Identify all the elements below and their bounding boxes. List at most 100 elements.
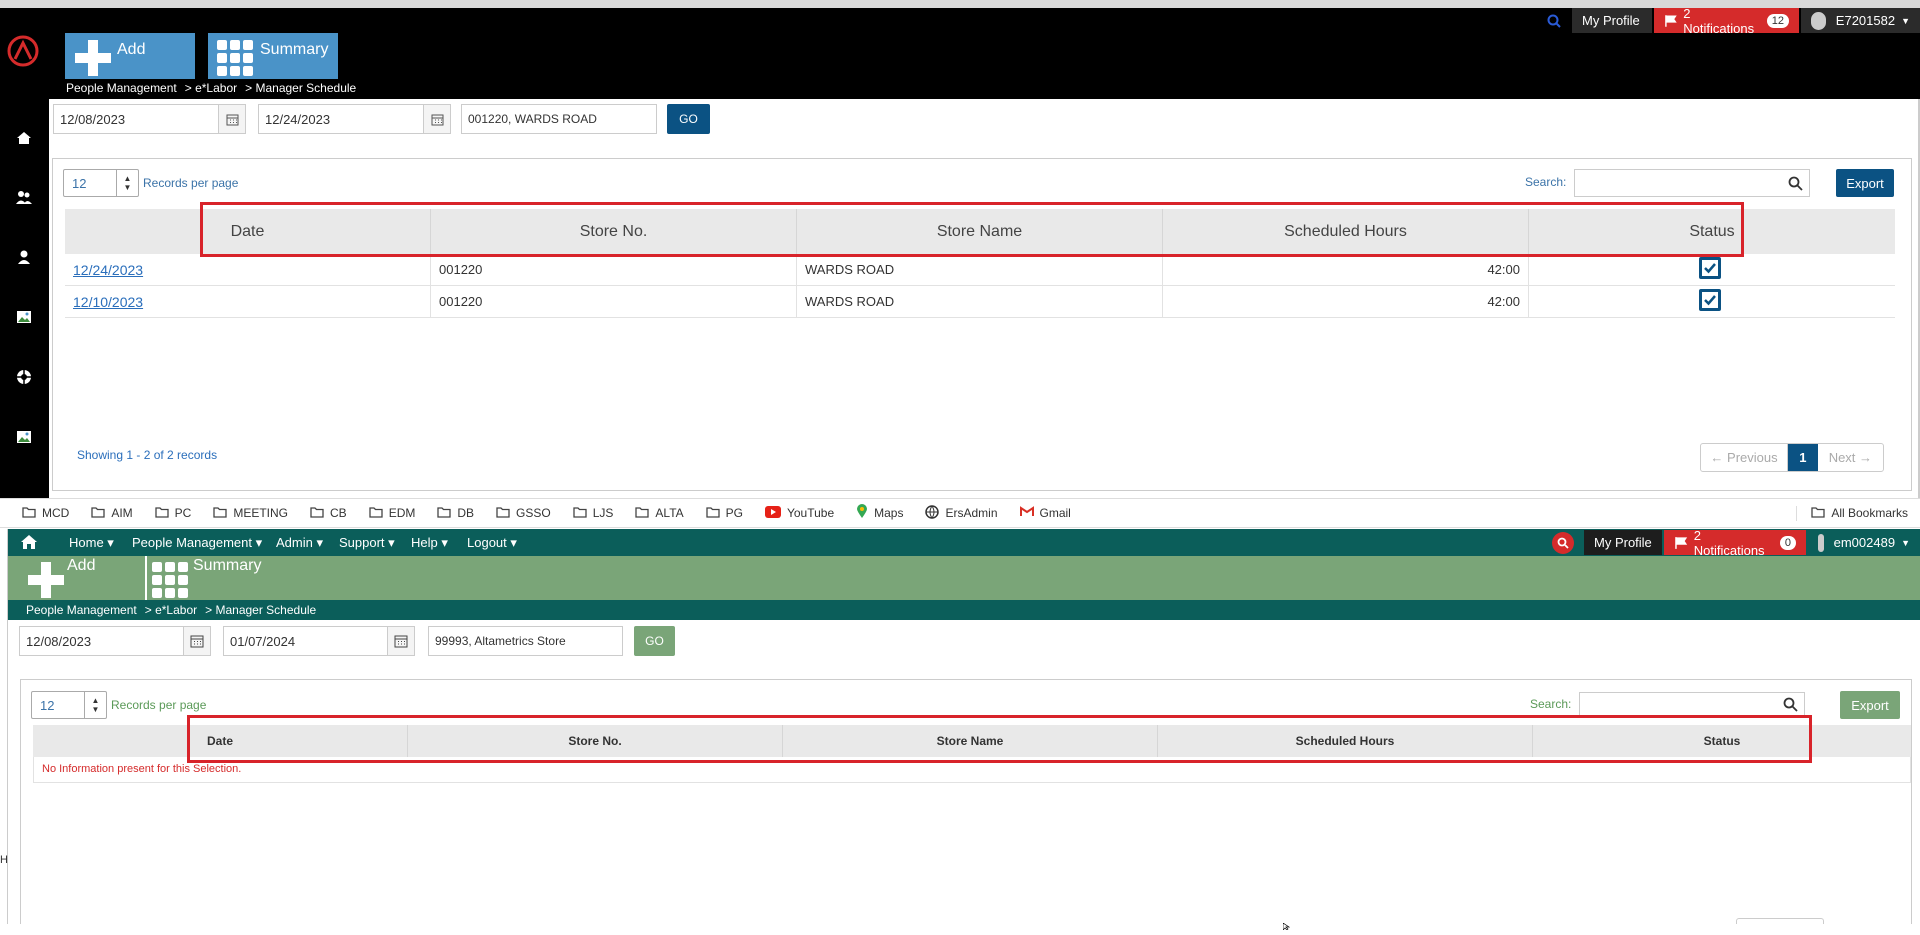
bookmark-folder[interactable]: AIM <box>91 506 133 521</box>
notifications-label: 2 Notifications <box>1683 5 1755 36</box>
hours-cell: 42:00 <box>1163 286 1529 317</box>
user-id: E7201582 <box>1835 13 1896 28</box>
home-icon[interactable] <box>12 126 36 150</box>
summary-tile[interactable]: Summary <box>149 556 269 600</box>
store-select[interactable]: 001220, WARDS ROAD <box>461 104 657 134</box>
user-menu[interactable]: E7201582 ▼ <box>1801 8 1920 33</box>
table-row: 12/24/2023 001220 WARDS ROAD 42:00 <box>65 254 1895 286</box>
store-name-cell: WARDS ROAD <box>797 254 1163 285</box>
logo-icon[interactable] <box>6 34 40 68</box>
edge-glyph: H <box>0 854 8 866</box>
map-pin-icon <box>856 504 868 522</box>
globe-icon[interactable] <box>12 365 36 389</box>
gmail-icon <box>1019 506 1034 520</box>
checkbox-checked-icon[interactable] <box>1698 256 1722 283</box>
summary-tile-label: Summary <box>193 557 262 574</box>
bookmark-folder[interactable]: EDM <box>369 506 415 521</box>
nav-people-management[interactable]: People Management ▾ <box>132 535 262 551</box>
tile-header: Add Summary <box>8 556 1920 600</box>
table-search-input[interactable] <box>1579 692 1805 716</box>
breadcrumb-item[interactable]: People Management <box>26 603 137 617</box>
search-icon[interactable] <box>1547 8 1569 33</box>
bookmark-folder[interactable]: GSSO <box>496 506 551 521</box>
bookmark-gmail[interactable]: Gmail <box>1019 506 1071 520</box>
my-profile-button[interactable]: My Profile <box>1584 530 1662 555</box>
calendar-icon[interactable] <box>183 626 211 656</box>
add-tile-label: Add <box>117 41 146 58</box>
bookmark-youtube[interactable]: YouTube <box>764 505 834 521</box>
page-1-button[interactable]: 1 <box>1788 444 1818 471</box>
start-date-field[interactable]: 12/08/2023 <box>19 626 211 656</box>
date-link[interactable]: 12/10/2023 <box>73 294 143 310</box>
bookmark-folder[interactable]: ALTA <box>635 506 684 521</box>
breadcrumb-item[interactable]: > e*Labor <box>185 81 237 95</box>
breadcrumb-item[interactable]: > e*Labor <box>145 603 197 617</box>
export-button[interactable]: Export <box>1840 691 1900 719</box>
bookmark-folder[interactable]: LJS <box>573 506 613 521</box>
grid-icon <box>217 40 253 76</box>
folder-icon <box>369 506 383 521</box>
date-link[interactable]: 12/24/2023 <box>73 262 143 278</box>
nav-logout[interactable]: Logout ▾ <box>467 535 517 551</box>
folder-icon <box>310 506 324 521</box>
bookmark-folder[interactable]: CB <box>310 506 347 521</box>
nav-home[interactable]: Home ▾ <box>69 535 114 551</box>
bookmark-folder[interactable]: MCD <box>22 506 69 521</box>
globe-icon <box>925 504 940 522</box>
folder-icon <box>496 506 510 521</box>
go-button[interactable]: GO <box>634 626 675 656</box>
nav-support[interactable]: Support ▾ <box>339 535 395 551</box>
top-header: Add Summary People Management > e*Labor > … <box>49 5 1920 99</box>
table-search-input[interactable] <box>1574 169 1810 197</box>
my-profile-button[interactable]: My Profile <box>1572 8 1652 33</box>
flag-icon <box>1675 536 1688 549</box>
bookmark-maps[interactable]: Maps <box>856 504 903 522</box>
records-per-page-select[interactable]: 12 ▲ ▼ <box>63 169 139 197</box>
store-name-cell: WARDS ROAD <box>797 286 1163 317</box>
folder-icon <box>705 506 720 521</box>
search-label: Search: <box>1525 175 1567 189</box>
end-date-field[interactable]: 12/24/2023 <box>258 104 451 134</box>
hours-cell: 42:00 <box>1163 254 1529 285</box>
calendar-icon[interactable] <box>423 104 451 134</box>
image-icon-2[interactable] <box>12 425 36 449</box>
end-date-field[interactable]: 01/07/2024 <box>223 626 415 656</box>
window-top-edge <box>0 0 1920 8</box>
go-button[interactable]: GO <box>667 104 710 134</box>
add-tile[interactable]: Add <box>65 33 195 79</box>
breadcrumb-item: > Manager Schedule <box>245 81 357 95</box>
nav-help[interactable]: Help ▾ <box>411 535 448 551</box>
bookmark-folder[interactable]: DB <box>437 506 474 521</box>
next-page-button[interactable]: Next → <box>1818 444 1883 471</box>
bookmark-folder[interactable]: MEETING <box>213 506 288 521</box>
search-icon[interactable] <box>1552 532 1574 554</box>
export-button[interactable]: Export <box>1836 169 1894 197</box>
previous-page-button[interactable]: ← Previous <box>1701 444 1789 471</box>
calendar-icon[interactable] <box>218 104 246 134</box>
notifications-button[interactable]: 2 Notifications 12 <box>1654 5 1799 36</box>
image-icon[interactable] <box>12 305 36 329</box>
search-icon <box>1783 697 1798 712</box>
bookmark-folder[interactable]: PC <box>155 506 191 521</box>
start-date-field[interactable]: 12/08/2023 <box>53 104 246 134</box>
user-icon[interactable] <box>12 245 36 269</box>
all-bookmarks[interactable]: All Bookmarks <box>1796 505 1908 521</box>
calendar-icon[interactable] <box>387 626 415 656</box>
notifications-button[interactable]: 2 Notifications 0 <box>1664 528 1806 558</box>
bookmark-folder[interactable]: PG <box>705 506 743 521</box>
checkbox-checked-icon[interactable] <box>1698 288 1722 315</box>
add-tile[interactable]: Add <box>16 556 146 600</box>
nav-admin[interactable]: Admin ▾ <box>276 535 323 551</box>
users-icon[interactable] <box>12 185 36 209</box>
summary-tile[interactable]: Summary <box>208 33 338 79</box>
store-select[interactable]: 99993, Altametrics Store <box>428 626 623 656</box>
bookmark-ersadmin[interactable]: ErsAdmin <box>925 504 998 522</box>
spinner-arrows-icon[interactable]: ▲ ▼ <box>116 170 138 196</box>
breadcrumb-item[interactable]: People Management <box>66 81 177 95</box>
folder-icon <box>573 506 587 521</box>
spinner-arrows-icon[interactable]: ▲ ▼ <box>84 692 106 718</box>
home-icon[interactable] <box>20 533 38 556</box>
user-menu[interactable]: em002489 ▼ <box>1808 530 1920 555</box>
user-id: em002489 <box>1833 535 1896 550</box>
records-per-page-select[interactable]: 12 ▲ ▼ <box>31 691 107 719</box>
